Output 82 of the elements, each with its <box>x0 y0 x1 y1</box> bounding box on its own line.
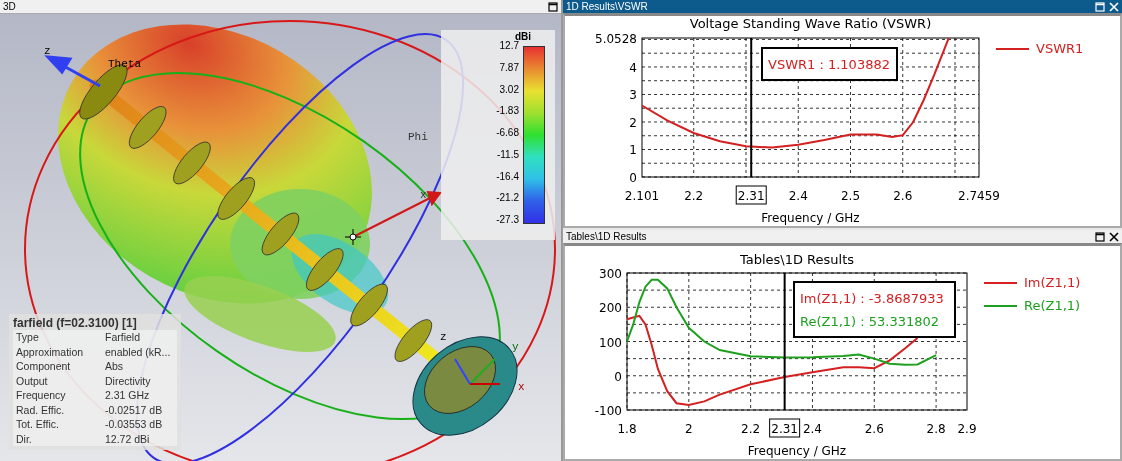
info-label: Type <box>16 330 40 345</box>
panel-title: Tables\1D Results <box>566 231 647 242</box>
crosshair-icon <box>344 228 362 246</box>
info-value: -0.02517 dB <box>105 402 164 417</box>
maximize-icon[interactable] <box>548 1 558 12</box>
legend-label: VSWR1 <box>1036 41 1084 56</box>
colorbar-tick-label: 3.02 <box>499 83 519 96</box>
x-axis-label: Frequency / GHz <box>761 211 860 225</box>
info-label: Component <box>16 359 72 374</box>
info-value: 12.72 dBi <box>105 431 151 446</box>
x-tick-label: 2.5 <box>840 189 861 203</box>
axis-label: x <box>420 189 427 201</box>
info-value: -0.03553 dB <box>105 417 164 432</box>
colorbar-unit: dBi <box>514 31 531 42</box>
axis-label: z <box>440 331 447 343</box>
panel-title: 3D <box>3 1 16 12</box>
info-value: Farfield <box>105 330 141 345</box>
legend-line <box>995 48 1030 50</box>
readout-text: Im(Z1,1) : -3.8687933 <box>800 291 944 306</box>
legend-label: Re(Z1,1) <box>1024 298 1081 313</box>
info-label: Frequency <box>16 388 67 403</box>
marker-value: 2.31 <box>769 418 801 438</box>
chart-title: Tables\1D Results <box>739 252 855 267</box>
panel-title: 1D Results\VSWR <box>566 1 648 12</box>
info-label: Tot. Effic. <box>16 417 60 432</box>
colorbar-tick-label: -6.68 <box>496 127 519 139</box>
colorbar-tick-label: -21.2 <box>496 192 519 205</box>
x-tick-label: 2.9 <box>957 422 977 436</box>
y-tick-label: 0 <box>629 171 637 185</box>
info-value: enabled (kR... <box>105 344 172 359</box>
marker-line[interactable] <box>783 272 786 411</box>
x-tick-label: 2.2 <box>684 189 704 203</box>
info-label: Rad. Effic. <box>16 402 66 417</box>
y-tick-label: 1 <box>629 143 637 158</box>
info-value: 2.31 GHz <box>105 388 151 403</box>
marker-line[interactable] <box>750 37 753 178</box>
y-tick-label: 2 <box>629 116 637 130</box>
info-value: Directivity <box>105 373 152 388</box>
x-tick-label: 2.6 <box>893 189 913 203</box>
info-title: farfield (f=02.3100) [1] <box>13 316 138 330</box>
x-tick-label: 2.4 <box>802 422 822 436</box>
y-tick-label: 5.0528 <box>595 32 637 46</box>
close-icon[interactable] <box>1109 231 1119 242</box>
colorbar-tick-label: 12.7 <box>499 40 519 52</box>
x-tick-label: 2.8 <box>926 422 946 436</box>
colorbar-tick-label: -11.5 <box>496 148 519 161</box>
x-tick-label: 2.7459 <box>958 189 1000 203</box>
legend-line <box>983 305 1018 307</box>
x-tick-label: 1.8 <box>617 422 637 436</box>
axis-label: y <box>512 341 519 353</box>
readout-text: VSWR1 : 1.103882 <box>768 57 890 72</box>
info-value: Abs <box>105 359 125 374</box>
x-tick-label: 2.101 <box>624 189 660 203</box>
axis-label: x <box>518 381 525 393</box>
x-tick-label: 2.6 <box>864 422 884 436</box>
readout-text: Re(Z1,1) : 53.331802 <box>800 314 940 329</box>
x-tick-label: 2.4 <box>788 189 808 203</box>
maximize-icon[interactable] <box>1095 231 1105 242</box>
colorbar-tick-label: -16.4 <box>496 170 519 183</box>
x-axis-label: Frequency / GHz <box>747 444 847 458</box>
colorbar-tick-label: 7.87 <box>499 61 519 74</box>
y-tick-label: -100 <box>594 404 622 418</box>
x-tick-label: 2 <box>685 422 693 436</box>
colorbar-tick-label: -27.3 <box>496 214 519 226</box>
chart-title: Voltage Standing Wave Ratio (VSWR) <box>689 16 932 31</box>
y-tick-label: 300 <box>599 267 622 281</box>
axis-label: Theta <box>108 58 141 70</box>
marker-value: 2.31 <box>735 185 767 205</box>
colorbar-tick-label: -1.83 <box>496 105 519 118</box>
info-label: Dir. <box>16 431 33 446</box>
info-label: Approximation <box>16 344 85 359</box>
y-tick-label: 4 <box>629 60 637 75</box>
y-tick-label: 0 <box>614 369 622 384</box>
y-tick-label: 200 <box>599 301 622 316</box>
y-tick-label: 3 <box>629 88 637 103</box>
x-tick-label: 2.2 <box>741 422 761 436</box>
info-label: Output <box>16 373 49 388</box>
legend-line <box>983 282 1018 284</box>
legend-label: Im(Z1,1) <box>1024 275 1081 290</box>
axis-label: z <box>44 45 51 57</box>
axis-label: Phi <box>408 131 428 143</box>
y-tick-label: 100 <box>599 335 622 350</box>
